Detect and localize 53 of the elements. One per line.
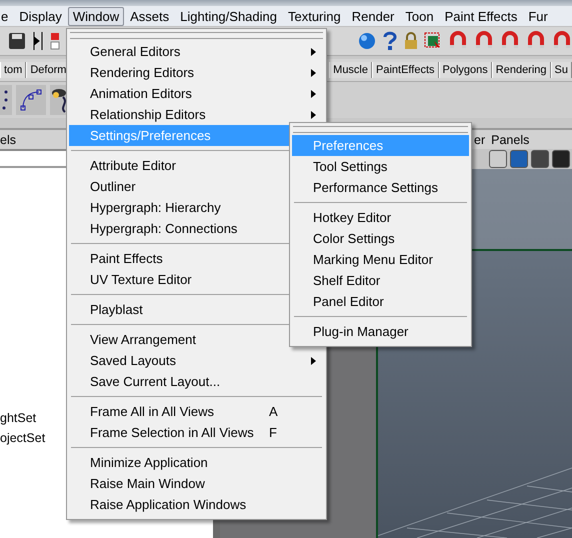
menu-title[interactable]: Window bbox=[68, 6, 124, 26]
tear-off-bar[interactable] bbox=[293, 126, 468, 133]
menu-title[interactable]: Fur bbox=[523, 6, 553, 26]
panel-menu-label[interactable]: er bbox=[474, 132, 486, 146]
shelf-tab[interactable]: PaintEffects bbox=[372, 62, 438, 78]
menu-item[interactable]: Raise Main Window bbox=[69, 473, 324, 494]
menu-item[interactable]: Performance Settings bbox=[292, 177, 469, 198]
shelf-tab[interactable]: Polygons bbox=[438, 62, 492, 78]
menu-item[interactable]: General Editors bbox=[69, 41, 324, 62]
panel-menu-label[interactable]: els bbox=[0, 132, 16, 146]
lock-icon[interactable] bbox=[404, 32, 418, 50]
render-region-icon[interactable] bbox=[424, 32, 442, 50]
panel-menu-label[interactable]: Panels bbox=[491, 132, 530, 146]
menu-item[interactable]: Color Settings bbox=[292, 228, 469, 249]
menu-item[interactable]: Minimize Application bbox=[69, 452, 324, 473]
menu-item[interactable]: Shelf Editor bbox=[292, 270, 469, 291]
menu-item[interactable]: Save Current Layout... bbox=[69, 371, 324, 392]
curve-tool-icon[interactable] bbox=[16, 85, 46, 115]
menu-item[interactable]: Raise Application Windows bbox=[69, 494, 324, 515]
menu-title[interactable]: Assets bbox=[125, 6, 174, 26]
menu-item[interactable]: Frame All in All Views A bbox=[69, 401, 324, 422]
magnet-icon[interactable] bbox=[552, 31, 572, 51]
shelf-tab[interactable]: Su bbox=[550, 62, 572, 78]
menu-title[interactable]: Lighting/Shading bbox=[175, 6, 282, 26]
menu-title[interactable]: Toon bbox=[400, 6, 439, 26]
menu-item[interactable]: Relationship Editors bbox=[69, 104, 324, 125]
menu-title[interactable]: Display bbox=[14, 6, 67, 26]
magnet-icon[interactable] bbox=[474, 31, 494, 51]
shelf-tab[interactable]: Muscle bbox=[329, 62, 372, 78]
help-icon[interactable] bbox=[382, 31, 398, 51]
menu-title[interactable]: Texturing bbox=[282, 6, 346, 26]
menu-item[interactable]: Frame Selection in All Views F bbox=[69, 422, 324, 443]
menu-item[interactable]: Tool Settings bbox=[292, 156, 469, 177]
menu-item[interactable]: Marking Menu Editor bbox=[292, 249, 469, 270]
select-tool-icon[interactable] bbox=[50, 32, 60, 50]
magnet-icon[interactable] bbox=[448, 31, 468, 51]
tear-off-bar[interactable] bbox=[70, 32, 323, 39]
separator-handle-icon bbox=[32, 30, 44, 52]
menu-title[interactable]: e bbox=[0, 6, 14, 26]
menu-item[interactable]: Hotkey Editor bbox=[292, 207, 469, 228]
sphere-icon[interactable] bbox=[358, 32, 376, 50]
magnet-icon[interactable] bbox=[500, 31, 520, 51]
menu-title[interactable]: Paint Effects bbox=[440, 6, 522, 26]
menu-item[interactable]: Rendering Editors bbox=[69, 62, 324, 83]
shelf-tab[interactable]: Rendering bbox=[492, 62, 551, 78]
shelf-tool-icon[interactable] bbox=[0, 85, 12, 115]
save-icon[interactable] bbox=[8, 32, 26, 50]
menu-item[interactable]: Saved Layouts bbox=[69, 350, 324, 371]
menu-item[interactable]: Panel Editor bbox=[292, 291, 469, 312]
shelf-tab[interactable]: tom bbox=[0, 62, 26, 78]
menu-item[interactable]: Plug-in Manager bbox=[292, 321, 469, 342]
magnet-icon[interactable] bbox=[526, 31, 546, 51]
menu-title[interactable]: Render bbox=[346, 6, 400, 26]
